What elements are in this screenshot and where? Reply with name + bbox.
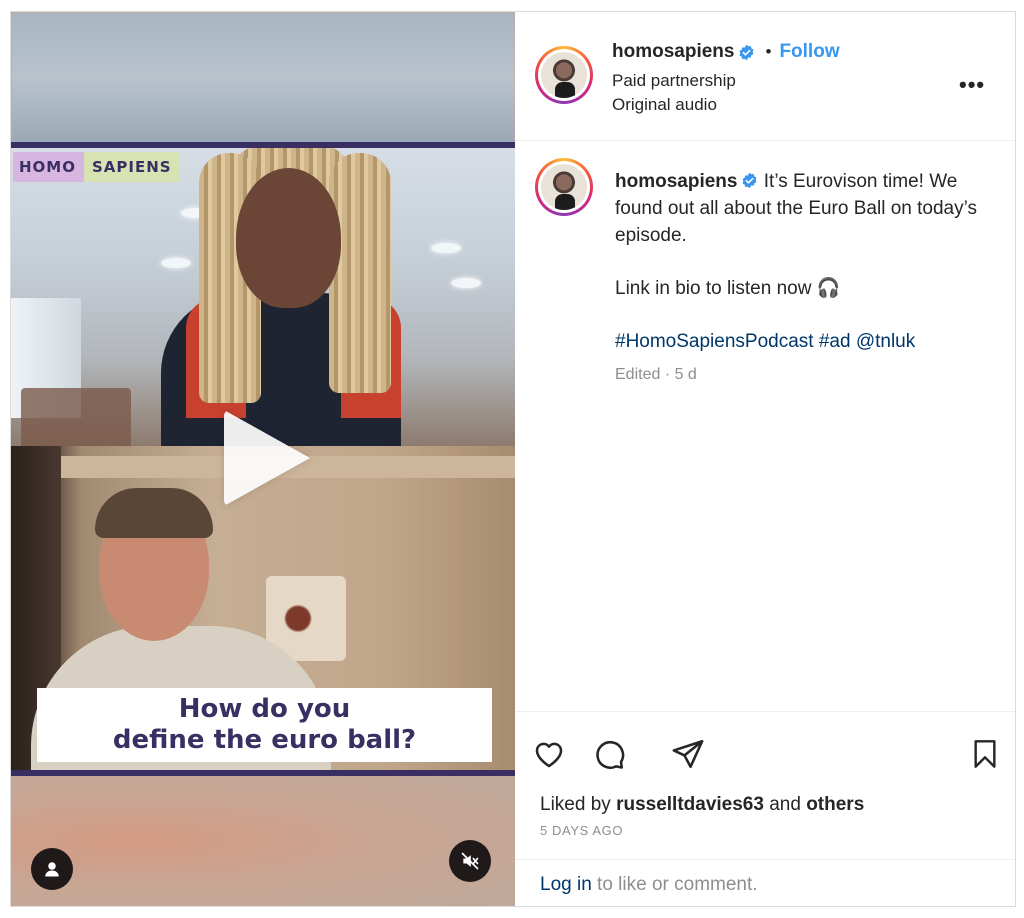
video-caption: How do you define the euro ball? [37,688,492,762]
caption-body: homosapiens It’s Eurovison time! We foun… [615,168,995,355]
caption-username[interactable]: homosapiens [615,171,737,192]
host-hair [95,488,213,538]
post-caption-section: homosapiens It’s Eurovison time! We foun… [515,142,1015,710]
like-button[interactable] [529,734,569,774]
login-prompt: Log in to like or comment. [515,859,1015,906]
share-button[interactable] [668,734,708,774]
guest-hair [329,153,391,393]
caption-avatar[interactable] [535,158,593,216]
muted-speaker-icon [461,852,479,870]
tagged-users-button[interactable] [31,848,73,890]
heart-icon [535,742,563,768]
caption-line-2: define the euro ball? [112,725,417,755]
edited-timestamp: Edited · 5 d [615,366,697,383]
ceiling-light [431,243,461,253]
post-frame: HOMO SAPIENS How do you define the euro … [10,11,1016,907]
logo-word-homo: HOMO [13,152,84,182]
likes-summary: Liked by russelltdavies63 and others [540,794,864,816]
liked-by-others[interactable]: others [806,794,864,815]
mute-toggle-button[interactable] [449,840,491,882]
caption-line-1: How do you [178,694,351,724]
comment-bubble-icon [596,740,625,769]
blurred-background-bottom [11,776,515,906]
post-side-panel: homosapiens • Follow Paid partnership Or… [515,12,1015,906]
login-prompt-text: to like or comment. [591,874,758,895]
video-player[interactable]: HOMO SAPIENS How do you define the euro … [11,12,515,906]
post-actions: Liked by russelltdavies63 and others 5 D… [515,711,1015,869]
video-frame-guest [11,148,515,446]
room-furniture [21,388,131,446]
send-paper-plane-icon [672,739,704,769]
ceiling-light [161,258,191,268]
original-audio-link[interactable]: Original audio [612,95,717,115]
header-separator: • [765,42,772,61]
play-icon[interactable] [224,410,310,506]
post-header: homosapiens • Follow Paid partnership Or… [515,12,1015,141]
bookmark-icon [974,740,996,768]
verified-badge-icon [739,44,754,60]
liked-by-and: and [769,794,801,815]
comment-button[interactable] [589,734,629,774]
liked-by-user[interactable]: russelltdavies63 [616,794,764,815]
post-date: 5 DAYS AGO [540,823,624,838]
profile-avatar[interactable] [535,46,593,104]
user-icon [45,862,59,877]
paid-partnership-label[interactable]: Paid partnership [612,71,736,91]
login-link[interactable]: Log in [540,874,592,895]
ceiling-light [451,278,481,288]
header-name-row: homosapiens • Follow [612,41,840,63]
caption-hashtags[interactable]: #HomoSapiensPodcast #ad @tnluk [615,328,995,355]
follow-button[interactable]: Follow [779,41,839,63]
save-button[interactable] [965,734,1005,774]
verified-badge-icon [742,172,757,189]
guest-face [236,168,341,308]
header-username[interactable]: homosapiens [612,41,734,63]
more-options-icon[interactable]: ••• [959,72,985,98]
liked-by-prefix: Liked by [540,794,611,815]
blurred-background-top [11,12,515,144]
caption-text-listen: Link in bio to listen now 🎧 [615,278,841,299]
logo-word-sapiens: SAPIENS [83,152,180,182]
show-logo: HOMO SAPIENS [13,152,180,182]
